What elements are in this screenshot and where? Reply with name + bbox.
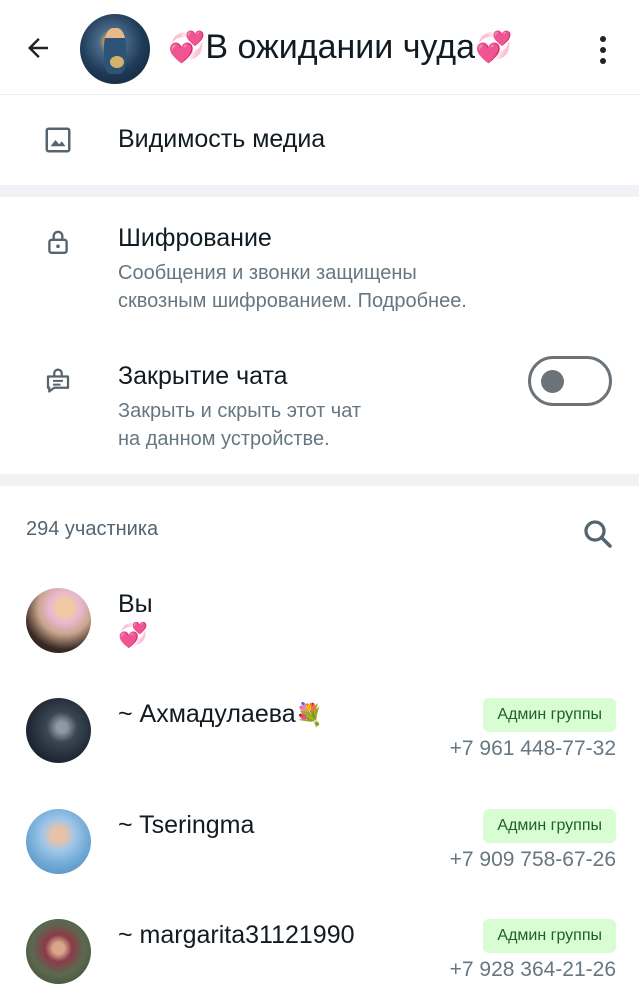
image-icon (42, 124, 74, 156)
search-icon (584, 520, 612, 548)
member-name: ~ margarita31121990 (118, 921, 355, 949)
member-name: ~ Ахмадулаева (118, 700, 296, 728)
encryption-title: Шифрование (118, 224, 272, 252)
participants-count: 294 участника (26, 518, 159, 540)
member-name: ~ Tseringma (118, 811, 255, 839)
member-name: Вы (118, 590, 153, 618)
media-visibility-label: Видимость медиа (118, 125, 326, 153)
media-visibility-row[interactable]: Видимость медиа (0, 95, 639, 185)
encryption-subtitle-line1: Сообщения и звонки защищены (118, 262, 417, 284)
avatar (26, 588, 91, 653)
arrow-left-icon (28, 38, 48, 58)
lock-icon (42, 226, 74, 258)
heart-emoji-icon: 💞 (475, 30, 513, 64)
member-row[interactable]: ~ margarita31121990 Админ группы +7 928 … (0, 911, 639, 1000)
back-button[interactable] (18, 28, 58, 68)
member-row[interactable]: ~ Ахмадулаева💐 Админ группы +7 961 448-7… (0, 690, 639, 780)
chat-lock-subtitle-line1: Закрыть и скрыть этот чат (118, 400, 362, 422)
flower-emoji-icon: 💐 (295, 702, 324, 727)
section-divider (0, 474, 639, 486)
heart-emoji-icon: 💞 (168, 30, 206, 64)
group-avatar[interactable] (80, 14, 150, 84)
member-row[interactable]: Вы 💞 (0, 580, 639, 670)
member-status: 💞 (118, 622, 148, 649)
avatar (26, 919, 91, 984)
search-participants-button[interactable] (580, 516, 616, 552)
admin-badge: Админ группы (483, 698, 616, 732)
admin-badge: Админ группы (483, 809, 616, 843)
group-title[interactable]: 💞 В ожидании чуда 💞 (168, 28, 512, 67)
member-phone: +7 928 364-21-26 (449, 958, 616, 981)
more-vert-icon (600, 36, 606, 42)
top-app-bar: 💞 В ожидании чуда 💞 (0, 0, 639, 95)
avatar (26, 698, 91, 763)
chat-lock-toggle[interactable] (528, 356, 612, 406)
chat-lock-icon (42, 363, 74, 395)
encryption-subtitle-line2: сквозным шифрованием. Подробнее. (118, 290, 467, 312)
member-phone: +7 961 448-77-32 (449, 737, 616, 760)
member-phone: +7 909 758-67-26 (449, 848, 616, 871)
chat-lock-title: Закрытие чата (118, 362, 288, 390)
member-row[interactable]: ~ Tseringma Админ группы +7 909 758-67-2… (0, 801, 639, 891)
group-name: В ожидании чуда (205, 28, 476, 66)
toggle-knob (541, 370, 564, 393)
chat-lock-subtitle-line2: на данном устройстве. (118, 428, 330, 450)
section-divider (0, 185, 639, 197)
admin-badge: Админ группы (483, 919, 616, 953)
more-options-button[interactable] (590, 32, 616, 68)
avatar (26, 809, 91, 874)
member-name-wrap: ~ Ахмадулаева💐 (118, 700, 323, 729)
